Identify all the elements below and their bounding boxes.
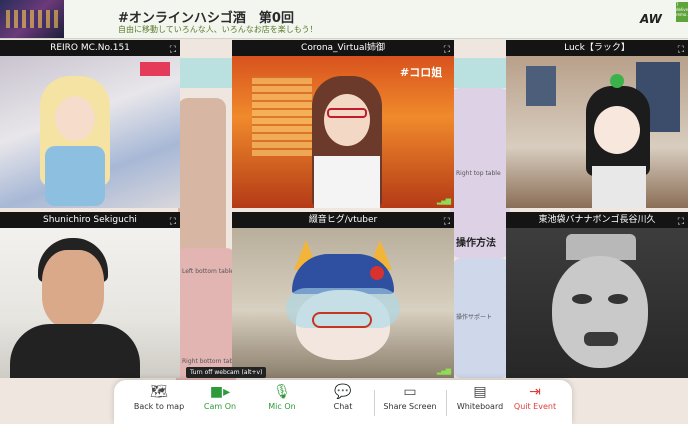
whiteboard-label: Whiteboard <box>456 402 504 411</box>
chat-button[interactable]: 💬 Chat <box>318 380 368 424</box>
expand-icon[interactable]: ⛶ <box>444 42 450 58</box>
participant-header: 東池袋バナナボンゴ長谷川久 ⛶ <box>506 212 688 228</box>
video-tile[interactable]: Luck【ラック】 ⛶ <box>506 40 688 208</box>
video-tile[interactable]: 綴音ヒグ/vtuber ⛶ ▂▄▆ <box>232 212 454 378</box>
participant-video <box>232 228 454 378</box>
screen-share-icon: ▭ <box>403 384 417 400</box>
video-tile[interactable]: Corona_Virtual姉御 ⛶ #コロ姐 ▂▄▆ <box>232 40 454 208</box>
participant-name: Shunichiro Sekiguchi <box>43 215 137 225</box>
person-clothes <box>10 324 140 378</box>
side-notification-tag[interactable]: 7 delive… remo… <box>676 2 688 22</box>
avatar-outfit <box>592 166 646 208</box>
video-tile[interactable]: Shunichiro Sekiguchi ⛶ <box>0 212 180 378</box>
mic-toggle-button[interactable]: 🎙 Mic On <box>256 380 308 424</box>
whiteboard-button[interactable]: ▤ Whiteboard <box>450 380 510 424</box>
expand-icon[interactable]: ⛶ <box>170 42 176 58</box>
mic-label: Mic On <box>268 402 296 411</box>
participant-video <box>0 56 180 208</box>
microphone-icon: 🎙 <box>273 384 291 400</box>
avatar-hat-badge <box>370 266 384 280</box>
toolbar-divider <box>446 390 447 416</box>
event-thumbnail <box>0 0 64 38</box>
wall-poster <box>526 66 556 106</box>
participant-header: Luck【ラック】 ⛶ <box>506 40 688 56</box>
map-heading: 操作方法 <box>456 238 496 249</box>
avatar-face <box>55 96 95 141</box>
participant-video: #コロ姐 <box>232 56 454 208</box>
map-table-label: Right top table <box>456 170 501 177</box>
avatar-face <box>324 94 370 146</box>
camera-icon: ■▸ <box>209 384 231 400</box>
video-tile[interactable]: 東池袋バナナボンゴ長谷川久 ⛶ <box>506 212 688 378</box>
map-table-label: Right bottom table <box>182 358 239 365</box>
avatar-accessory <box>610 74 624 88</box>
avatar-eye <box>572 294 592 304</box>
map-table-label: 操作サポート <box>456 314 493 321</box>
avatar-glasses <box>312 312 372 328</box>
sign-decoration: #コロ姐 <box>400 66 443 79</box>
cam-toggle-button[interactable]: ■▸ Cam On <box>194 380 246 424</box>
participant-video <box>506 56 688 208</box>
participant-header: Shunichiro Sekiguchi ⛶ <box>0 212 180 228</box>
event-banner: #オンラインハシゴ酒 第0回 自由に移動していろんな人、いろんなお店を楽しもう！… <box>0 0 688 39</box>
share-screen-button[interactable]: ▭ Share Screen <box>378 380 442 424</box>
participant-name: 綴音ヒグ/vtuber <box>308 215 378 225</box>
signal-strength-icon: ▂▄▆ <box>436 367 451 375</box>
participant-name: 東池袋バナナボンゴ長谷川久 <box>538 215 656 225</box>
participant-video <box>506 228 688 378</box>
quit-event-label: Quit Event <box>513 402 557 411</box>
participant-header: Corona_Virtual姉御 ⛶ <box>232 40 454 56</box>
cam-label: Cam On <box>203 402 237 411</box>
toolbar-divider <box>374 390 375 416</box>
whiteboard-icon: ▤ <box>473 384 487 400</box>
avatar-glasses <box>327 108 367 118</box>
event-subtitle: 自由に移動していろんな人、いろんなお店を楽しもう！ <box>118 25 318 34</box>
exit-icon: ⇥ <box>529 384 541 400</box>
participant-header: 綴音ヒグ/vtuber ⛶ <box>232 212 454 228</box>
map-table-label: Left bottom table <box>182 268 234 275</box>
avatar-mouth <box>584 332 618 346</box>
avatar-outfit <box>45 146 105 206</box>
avatar-face <box>594 106 640 154</box>
video-tile[interactable]: REIRO MC.No.151 ⛶ <box>0 40 180 208</box>
avatar-eye <box>608 294 628 304</box>
quit-event-button[interactable]: ⇥ Quit Event <box>506 380 564 424</box>
background-panel <box>252 76 312 156</box>
participant-name: Corona_Virtual姉御 <box>301 43 385 53</box>
signal-strength-icon: ▂▄▆ <box>436 197 451 205</box>
expand-icon[interactable]: ⛶ <box>678 214 684 230</box>
aw-logo: AW <box>640 12 662 26</box>
chat-icon: 💬 <box>334 384 352 400</box>
map-room-left-top <box>178 98 226 258</box>
expand-icon[interactable]: ⛶ <box>678 42 684 58</box>
back-to-map-label: Back to map <box>133 402 185 411</box>
bottom-toolbar: 🗺 Back to map ■▸ Cam On 🎙 Mic On 💬 Chat … <box>114 380 572 424</box>
expand-icon[interactable]: ⛶ <box>444 214 450 230</box>
chat-label: Chat <box>333 402 353 411</box>
participant-name: REIRO MC.No.151 <box>50 43 130 53</box>
webcam-tooltip: Turn off webcam (alt+v) <box>186 367 267 378</box>
participant-header: REIRO MC.No.151 ⛶ <box>0 40 180 56</box>
person-face <box>42 250 104 328</box>
sign-decoration <box>140 62 170 76</box>
participant-video <box>0 228 180 378</box>
share-screen-label: Share Screen <box>383 402 437 411</box>
participant-name: Luck【ラック】 <box>564 43 630 53</box>
avatar-face <box>552 256 648 368</box>
back-to-map-button[interactable]: 🗺 Back to map <box>128 380 190 424</box>
map-icon: 🗺 <box>150 384 168 400</box>
avatar-outfit <box>314 156 380 208</box>
expand-icon[interactable]: ⛶ <box>170 214 176 230</box>
